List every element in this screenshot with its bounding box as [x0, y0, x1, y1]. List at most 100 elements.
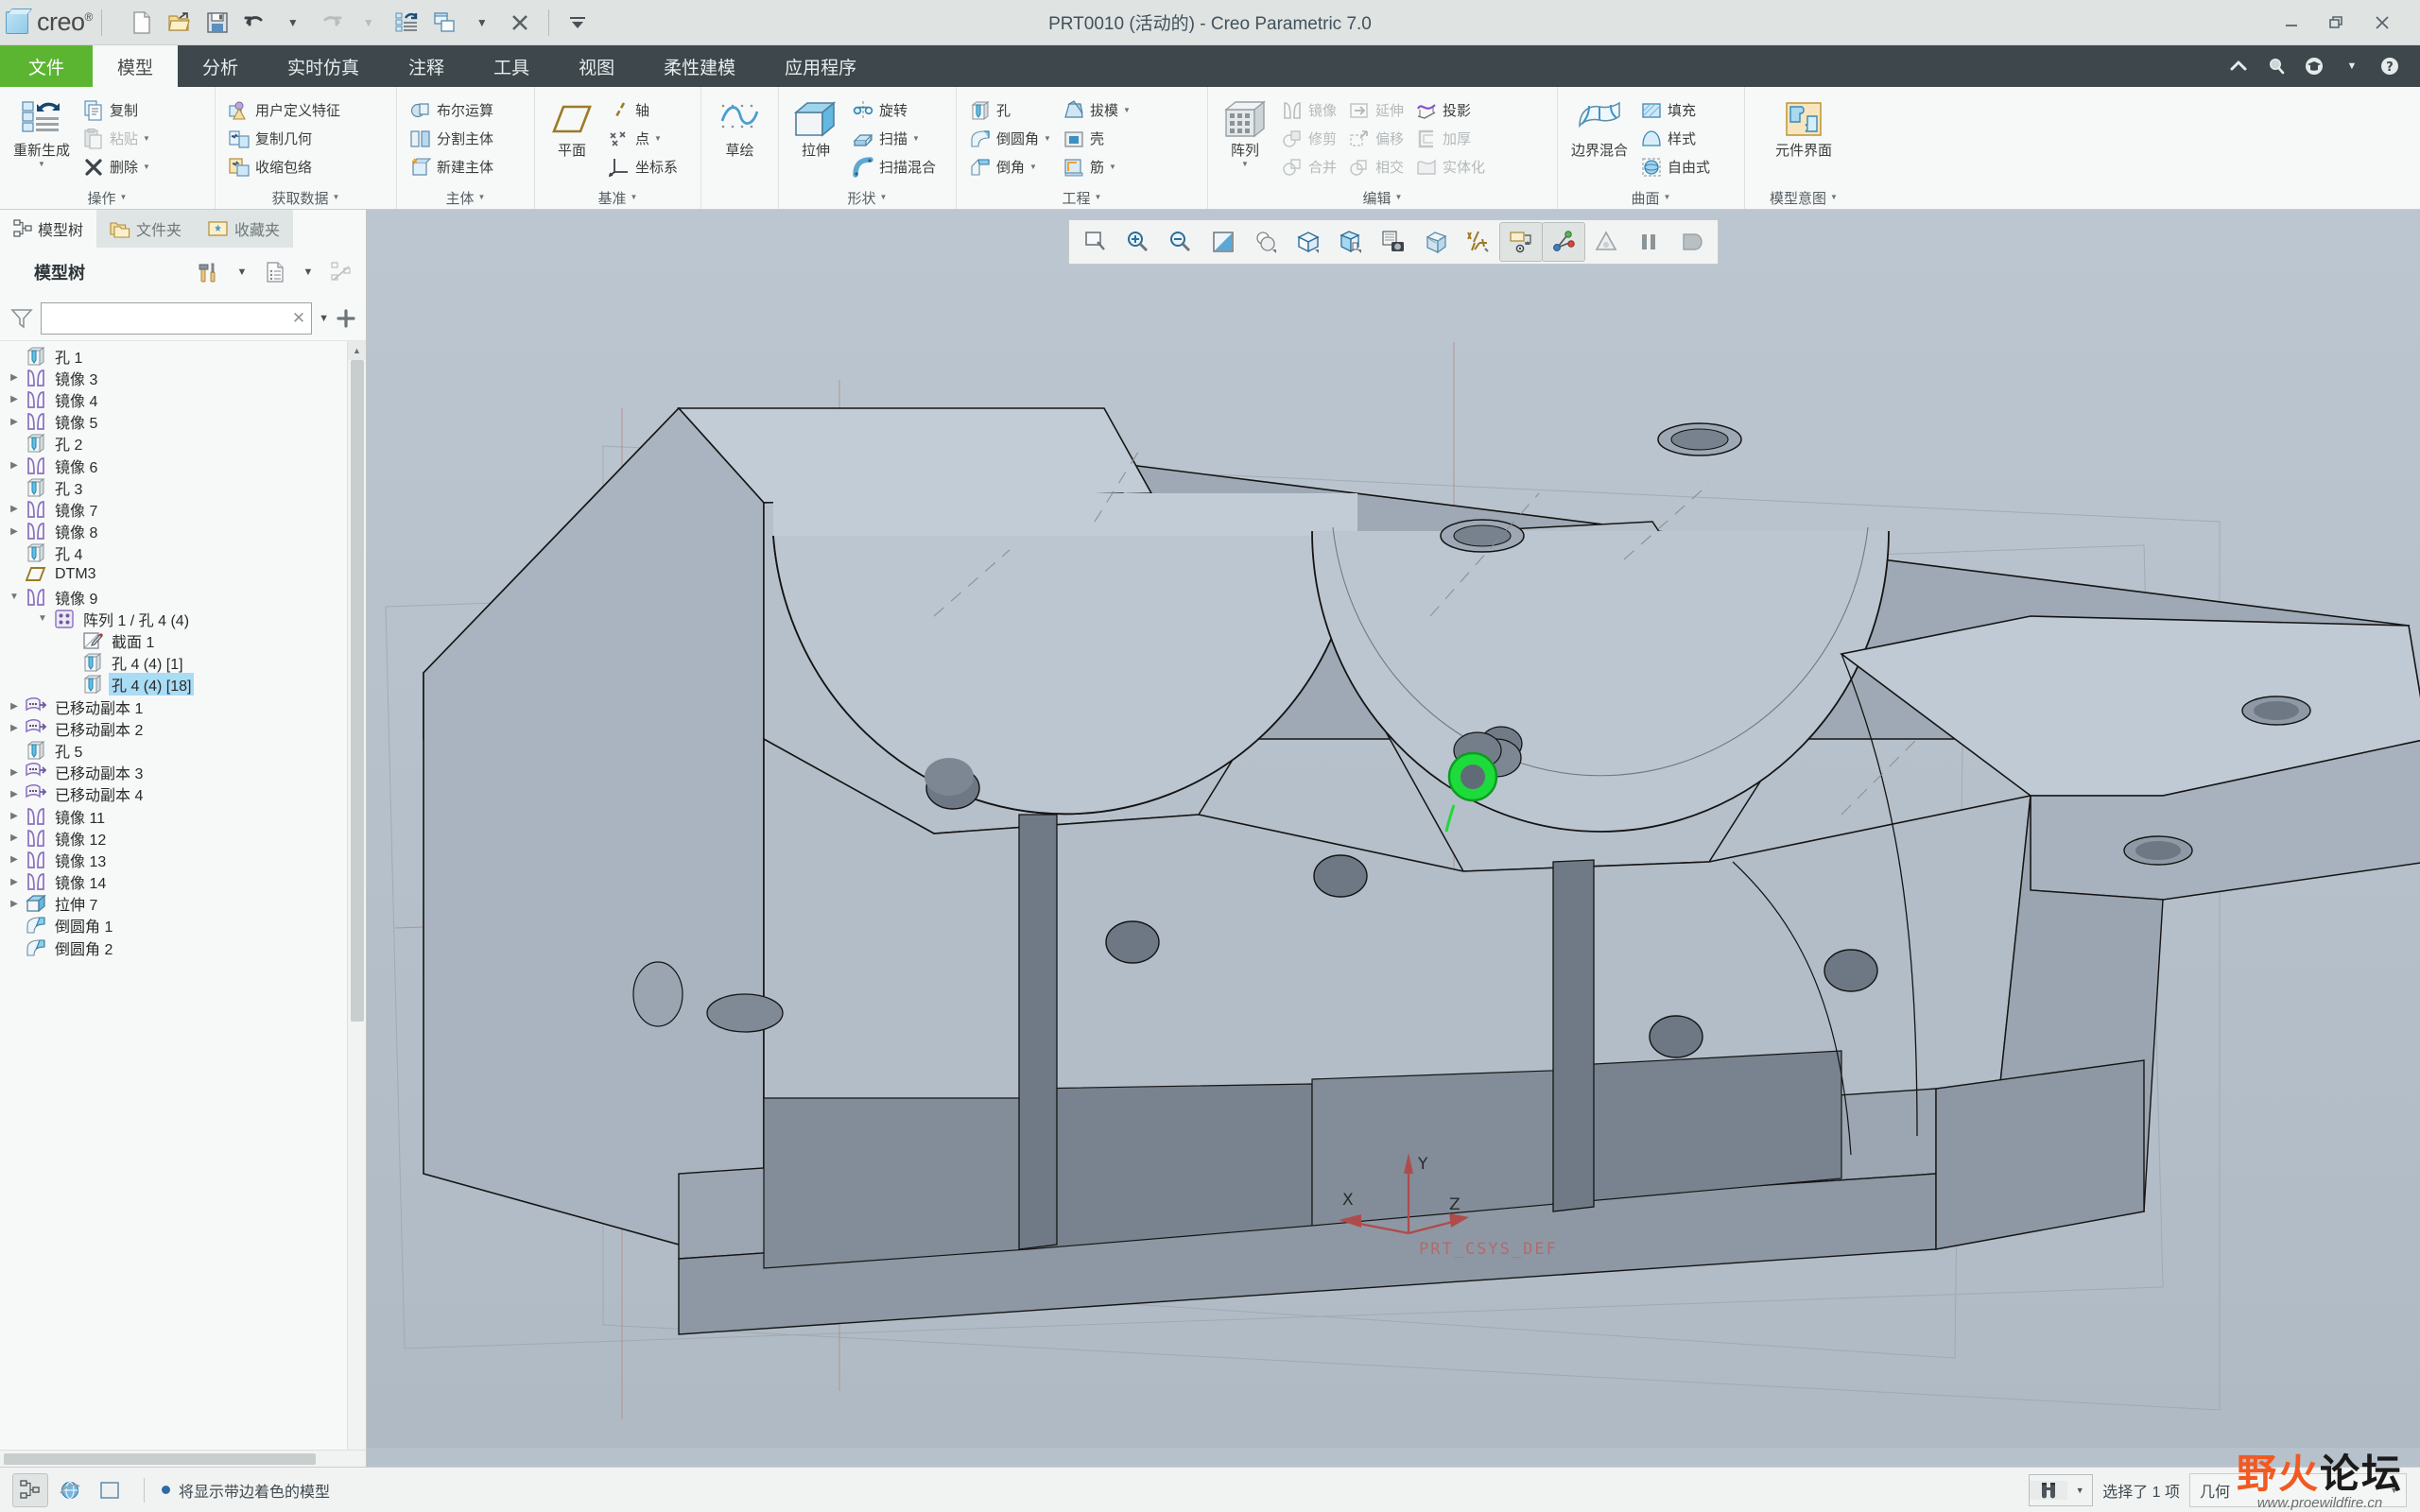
graphics-window-button[interactable]	[93, 1474, 127, 1506]
nav-tab-folders[interactable]: 文件夹	[96, 210, 196, 248]
rib-button[interactable]: 筋 ▼	[1058, 153, 1135, 180]
tree-node[interactable]: 倒圆角 1	[0, 915, 366, 936]
search-icon[interactable]	[2259, 50, 2293, 82]
tab-applications[interactable]: 应用程序	[760, 45, 881, 87]
trim-button[interactable]: 修剪	[1276, 125, 1341, 152]
expand-arrow-icon[interactable]: ▶	[4, 394, 25, 404]
model-tree-vertical-scrollbar[interactable]: ▲	[347, 341, 366, 1450]
ribbon-group-datum-title[interactable]: 基准 ▼	[535, 186, 700, 209]
model-tree[interactable]: 孔 1 ▶ 镜像 3 ▶ 镜像 4 ▶ 镜像 5 孔 2 ▶ 镜像 6 孔 3 ▶ 镜像 7 ▶ 镜像 8 孔…	[0, 340, 366, 1450]
rib-dropdown-icon[interactable]: ▼	[1109, 163, 1116, 171]
expand-arrow-icon[interactable]: ▶	[4, 789, 25, 799]
repaint-icon[interactable]	[1202, 223, 1244, 261]
collapse-arrow-icon[interactable]: ▼	[4, 592, 25, 602]
display-style-icon[interactable]	[1245, 223, 1287, 261]
tree-node[interactable]: 孔 4 (4) [18]	[0, 673, 366, 696]
redo-button[interactable]	[313, 5, 349, 41]
tree-node[interactable]: 孔 3	[0, 476, 366, 498]
ribbon-group-get-data-title[interactable]: 获取数据 ▼	[216, 186, 396, 209]
tree-node[interactable]: ▶ 镜像 7	[0, 498, 366, 520]
scroll-thumb[interactable]	[351, 360, 364, 1022]
solidify-button[interactable]: 实体化	[1410, 153, 1490, 180]
filter-dropdown-icon[interactable]: ▼	[319, 313, 329, 324]
sketch-button[interactable]: 草绘	[711, 95, 769, 162]
paste-dropdown-icon[interactable]: ▼	[143, 134, 150, 143]
selection-filter-combo[interactable]: 几何 ▼	[2189, 1472, 2407, 1507]
paste-button[interactable]: 粘贴 ▼	[78, 125, 155, 152]
add-filter-icon[interactable]	[336, 308, 356, 329]
new-body-button[interactable]: 新建主体	[405, 153, 498, 180]
sweep-button[interactable]: 扫描 ▼	[847, 125, 941, 152]
chamfer-button[interactable]: 倒角 ▼	[964, 153, 1056, 180]
close-window-button[interactable]	[502, 5, 538, 41]
zoom-out-icon[interactable]	[1160, 223, 1201, 261]
tree-node[interactable]: ▶ 镜像 5	[0, 411, 366, 433]
tab-live-simulation[interactable]: 实时仿真	[263, 45, 384, 87]
ribbon-group-body-title[interactable]: 主体 ▼	[397, 186, 534, 209]
tree-node[interactable]: 孔 2	[0, 433, 366, 455]
draft-button[interactable]: 拔模 ▼	[1058, 96, 1135, 124]
new-file-button[interactable]	[124, 5, 160, 41]
nav-tab-model-tree[interactable]: 模型树	[0, 210, 97, 248]
collapse-ribbon-button[interactable]	[2221, 50, 2256, 82]
split-body-button[interactable]: 分割主体	[405, 125, 498, 152]
operations-expand-icon[interactable]: ▼	[120, 194, 128, 201]
tree-node[interactable]: ▼ 镜像 9	[0, 586, 366, 608]
tree-node[interactable]: DTM3	[0, 564, 366, 586]
ribbon-group-surfaces-title[interactable]: 曲面 ▼	[1558, 186, 1744, 209]
tree-node[interactable]: ▼ 阵列 1 / 孔 4 (4)	[0, 608, 366, 629]
chamfer-dropdown-icon[interactable]: ▼	[1029, 163, 1037, 171]
extend-button[interactable]: 延伸	[1343, 96, 1409, 124]
tab-annotate[interactable]: 注释	[384, 45, 469, 87]
revolve-button[interactable]: 旋转	[847, 96, 941, 124]
offset-button[interactable]: 偏移	[1343, 125, 1409, 152]
expand-arrow-icon[interactable]: ▶	[4, 460, 25, 471]
appearance-gallery-icon[interactable]	[1585, 223, 1627, 261]
regenerate-button[interactable]	[389, 5, 424, 41]
display-settings-button[interactable]	[260, 258, 290, 286]
ribbon-group-shapes-title[interactable]: 形状 ▼	[779, 186, 956, 209]
ribbon-group-model-intent-title[interactable]: 模型意图 ▼	[1745, 186, 1862, 209]
tree-node[interactable]: 孔 5	[0, 739, 366, 761]
thicken-button[interactable]: 加厚	[1410, 125, 1490, 152]
intersect-button[interactable]: 相交	[1343, 153, 1409, 180]
model-intent-expand-icon[interactable]: ▼	[1830, 194, 1838, 201]
open-file-button[interactable]	[162, 5, 198, 41]
tab-file[interactable]: 文件	[0, 45, 93, 87]
help-icon[interactable]: ?	[2373, 50, 2407, 82]
tree-node[interactable]: ▶ 镜像 8	[0, 521, 366, 542]
expand-arrow-icon[interactable]: ▶	[4, 767, 25, 778]
display-settings-dropdown[interactable]: ▼	[293, 258, 323, 286]
minimize-button[interactable]	[2271, 7, 2312, 39]
coordinate-system-button[interactable]: 坐标系	[603, 153, 683, 180]
boundary-blend-button[interactable]: 边界混合	[1565, 95, 1634, 162]
expand-arrow-icon[interactable]: ▶	[4, 372, 25, 383]
expand-arrow-icon[interactable]: ▶	[4, 701, 25, 712]
scene-camera-icon[interactable]	[1373, 223, 1414, 261]
regenerate-big-button[interactable]: 重新生成 ▼	[8, 95, 76, 171]
search-tool-combo[interactable]: ▼	[2029, 1473, 2094, 1506]
round-dropdown-icon[interactable]: ▼	[1044, 134, 1051, 143]
stop-icon[interactable]	[1670, 223, 1712, 261]
tree-node[interactable]: ▶ 已移动副本 2	[0, 717, 366, 739]
3d-model-render[interactable]: Z Y X PRT_CSYS_DEF	[367, 210, 2420, 1448]
redo-dropdown-button[interactable]: ▼	[351, 5, 387, 41]
tools-settings-dropdown[interactable]: ▼	[227, 258, 257, 286]
datum-display-filters-icon[interactable]	[1458, 223, 1499, 261]
shapes-expand-icon[interactable]: ▼	[880, 194, 888, 201]
style-button[interactable]: 样式	[1635, 125, 1715, 152]
tree-node[interactable]: ▶ 镜像 11	[0, 805, 366, 827]
expand-arrow-icon[interactable]: ▶	[4, 833, 25, 843]
fill-button[interactable]: 填充	[1635, 96, 1715, 124]
datum-expand-icon[interactable]: ▼	[631, 194, 638, 201]
tree-node[interactable]: 孔 1	[0, 345, 366, 367]
expand-arrow-icon[interactable]: ▶	[4, 899, 25, 909]
pattern-dropdown-icon[interactable]: ▼	[1241, 160, 1249, 168]
shrinkwrap-button[interactable]: 收缩包络	[223, 153, 345, 180]
tree-node[interactable]: ▶ 镜像 4	[0, 388, 366, 410]
ribbon-group-operations-title[interactable]: 操作 ▼	[0, 186, 215, 209]
browser-toggle-button[interactable]	[53, 1474, 87, 1506]
h-scroll-thumb[interactable]	[4, 1453, 316, 1465]
expand-arrow-icon[interactable]: ▶	[4, 723, 25, 733]
collapse-arrow-icon[interactable]: ▼	[32, 613, 53, 624]
